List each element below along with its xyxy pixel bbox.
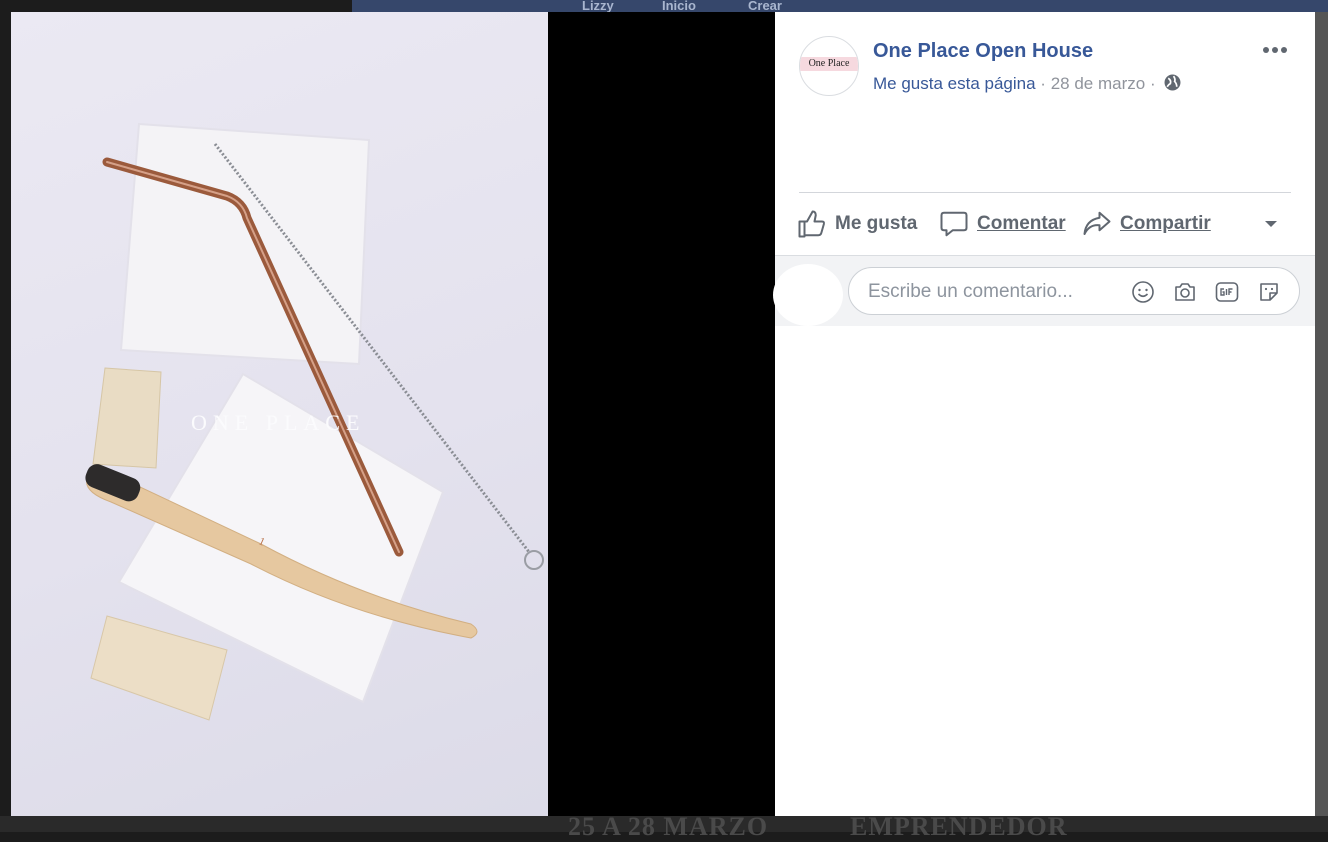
- emoji-icon[interactable]: [1131, 280, 1155, 304]
- post-date[interactable]: 28 de marzo: [1051, 74, 1146, 93]
- background-text: EMPRENDEDOR: [850, 812, 1068, 841]
- avatar-logo-text: One Place: [808, 58, 850, 69]
- post-photo[interactable]: ONE PLACE 1: [11, 12, 548, 816]
- comment-input[interactable]: Escribe un comentario...: [848, 267, 1300, 315]
- meta-separator: ·: [1149, 74, 1156, 93]
- comment-button[interactable]: Comentar: [939, 206, 1066, 242]
- post-panel: One Place One Place Open House Me gusta …: [773, 12, 1315, 816]
- like-page-link[interactable]: Me gusta esta página: [873, 74, 1036, 93]
- share-arrow-icon: [1083, 211, 1111, 235]
- photo-watermark: ONE PLACE: [191, 410, 366, 435]
- sticker-icon[interactable]: [1257, 280, 1281, 304]
- page-name-link[interactable]: One Place Open House: [873, 40, 1093, 63]
- post-meta: Me gusta esta página · 28 de marzo ·: [873, 74, 1181, 96]
- page-avatar[interactable]: One Place: [799, 36, 859, 96]
- like-button[interactable]: Me gusta: [797, 206, 917, 242]
- globe-icon[interactable]: [1164, 74, 1181, 96]
- thumbs-up-icon: [798, 210, 825, 238]
- photo-viewer[interactable]: ONE PLACE 1: [11, 12, 775, 816]
- share-label: Compartir: [1120, 213, 1211, 234]
- share-button[interactable]: Compartir: [1082, 206, 1211, 242]
- chevron-down-icon[interactable]: [1263, 216, 1279, 232]
- gif-icon[interactable]: [1215, 280, 1239, 304]
- background-navbar: [352, 0, 1328, 12]
- actions-divider: [799, 192, 1291, 193]
- background-text: 25 A 28 MARZO: [568, 812, 769, 841]
- background-page-edge: [1315, 12, 1328, 816]
- meta-separator: ·: [1040, 74, 1046, 93]
- comment-composer: Escribe un comentario...: [773, 255, 1315, 326]
- more-options-icon[interactable]: [1263, 38, 1293, 62]
- comment-icon: [940, 211, 968, 237]
- camera-icon[interactable]: [1173, 280, 1197, 304]
- like-label: Me gusta: [835, 213, 918, 234]
- comment-label: Comentar: [977, 213, 1066, 234]
- user-avatar: [773, 264, 843, 326]
- comment-placeholder: Escribe un comentario...: [868, 281, 1073, 302]
